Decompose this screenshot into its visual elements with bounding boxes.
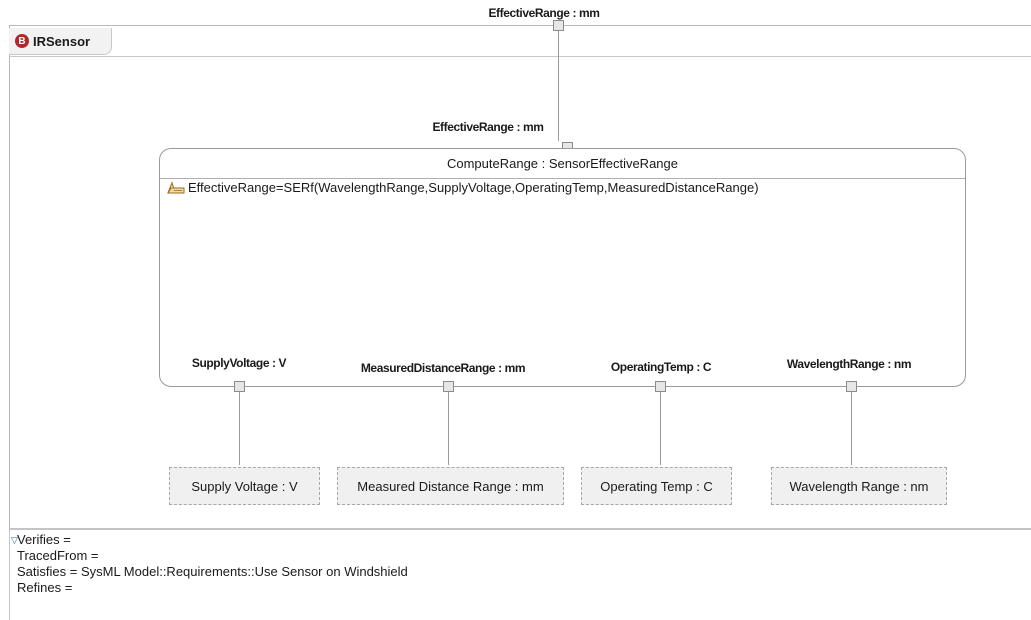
frame-tab-divider (9, 56, 1031, 57)
connector-wavelength-range[interactable] (851, 392, 852, 465)
value-property-measured-distance-range[interactable]: Measured Distance Range : mm (337, 467, 564, 505)
constraint-port-label-supply-voltage: SupplyVoltage : V (191, 356, 287, 370)
constraint-port-wavelength-range[interactable] (846, 381, 857, 392)
frame-tab[interactable]: B IRSensor (9, 28, 112, 55)
triangle-down-icon[interactable]: ▽ (11, 532, 18, 548)
notes-compartment[interactable]: ▽ Verifies = TracedFrom = Satisfies = Sy… (9, 528, 1031, 620)
notes-refines: Refines = (17, 580, 73, 595)
constraint-port-supply-voltage[interactable] (234, 381, 245, 392)
constraint-port-label-measured-distance-range: MeasuredDistanceRange : mm (360, 361, 526, 375)
value-property-wavelength-range[interactable]: Wavelength Range : nm (771, 467, 947, 505)
constraint-property[interactable]: ComputeRange : SensorEffectiveRange Effe… (159, 148, 966, 387)
value-property-supply-voltage[interactable]: Supply Voltage : V (169, 467, 320, 505)
constraint-expression: EffectiveRange=SERf(WavelengthRange,Supp… (188, 180, 759, 195)
constraint-port-label-operating-temp: OperatingTemp : C (610, 360, 712, 374)
constraint-port-label-wavelength-range: WavelengthRange : nm (786, 357, 912, 371)
connector-operating-temp[interactable] (660, 392, 661, 465)
value-property-operating-temp[interactable]: Operating Temp : C (581, 467, 732, 505)
connector-supply-voltage[interactable] (239, 392, 240, 465)
constraint-expression-row: EffectiveRange=SERf(WavelengthRange,Supp… (166, 180, 759, 195)
boundary-port-label: EffectiveRange : mm (488, 6, 600, 20)
connector-measured-distance-range[interactable] (448, 392, 449, 465)
connector-effective-range[interactable] (558, 31, 559, 141)
constraint-port-measured-distance-range[interactable] (443, 381, 454, 392)
notes-verifies: Verifies = (17, 532, 71, 547)
boundary-port-effective-range[interactable] (553, 20, 564, 31)
constraint-icon (167, 180, 185, 193)
constraint-port-operating-temp[interactable] (655, 381, 666, 392)
block-icon: B (15, 34, 29, 48)
notes-traced-from: TracedFrom = (17, 548, 99, 563)
frame-title: IRSensor (33, 33, 91, 49)
constraint-name: ComputeRange : SensorEffectiveRange (160, 149, 965, 179)
notes-satisfies: Satisfies = SysML Model::Requirements::U… (17, 564, 408, 579)
constraint-port-label-effective-range: EffectiveRange : mm (432, 120, 544, 134)
